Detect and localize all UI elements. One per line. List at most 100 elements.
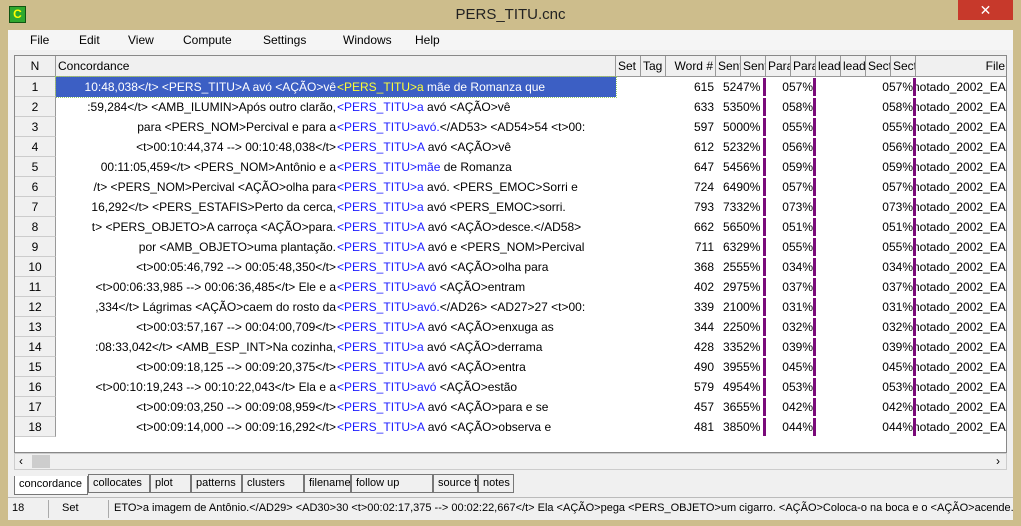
column-header-set[interactable]: Set xyxy=(616,56,641,77)
column-header-sect[interactable]: Sect xyxy=(891,56,916,77)
concordance-line[interactable]: 10:48,038</t> <PERS_TITU>A avó <AÇÃO>vê … xyxy=(55,76,617,98)
concordance-line[interactable]: :08:33,042</t> <AMB_ESP_INT>Na cozinha, … xyxy=(56,337,616,357)
menu-windows[interactable]: Windows xyxy=(343,33,392,47)
table-row[interactable]: 17 <t>00:09:03,250 --> 00:09:08,959</t> <… xyxy=(15,397,1006,417)
left-context: <t>00:09:18,125 --> 00:09:20,375</t> xyxy=(136,360,336,374)
row-number[interactable]: 4 xyxy=(15,137,56,157)
tab-notes[interactable]: notes xyxy=(478,474,514,493)
column-header-word[interactable]: Word # xyxy=(666,56,716,77)
sentence-position: 3655% xyxy=(723,400,761,414)
row-number[interactable]: 17 xyxy=(15,397,56,417)
table-row[interactable]: 6/t> <PERS_NOM>Percival <AÇÃO>olha para … xyxy=(15,177,1006,197)
tab-filenames[interactable]: filenames xyxy=(304,474,356,493)
table-row[interactable]: 11 <t>00:06:33,985 --> 00:06:36,485</t> E… xyxy=(15,277,1006,297)
concordance-line[interactable]: <t>00:10:44,374 --> 00:10:48,038</t> <PE… xyxy=(56,137,616,157)
tab-clusters[interactable]: clusters xyxy=(242,474,304,493)
table-row[interactable]: 9 por <AMB_OBJETO>uma plantação. <PERS_TI… xyxy=(15,237,1006,257)
row-number[interactable]: 10 xyxy=(15,257,56,277)
tab-follow-up[interactable]: follow up xyxy=(351,474,433,493)
table-row[interactable]: 4 <t>00:10:44,374 --> 00:10:48,038</t> <P… xyxy=(15,137,1006,157)
file-name: notado_2002_EA xyxy=(916,80,1006,94)
row-number[interactable]: 12 xyxy=(15,297,56,317)
scroll-thumb[interactable] xyxy=(32,455,50,468)
row-number[interactable]: 8 xyxy=(15,217,56,237)
paragraph-position: 039% xyxy=(782,340,813,354)
concordance-line[interactable]: t> <PERS_OBJETO>A carroça <AÇÃO>para. <P… xyxy=(56,217,616,237)
column-header-sent[interactable]: Sent xyxy=(716,56,741,77)
table-row[interactable]: 13 <t>00:03:57,167 --> 00:04:00,709</t> <… xyxy=(15,317,1006,337)
table-row[interactable]: 2:59,284</t> <AMB_ILUMIN>Após outro clar… xyxy=(15,97,1006,117)
menu-view[interactable]: View xyxy=(128,33,154,47)
column-header-para[interactable]: Para xyxy=(766,56,791,77)
row-number[interactable]: 13 xyxy=(15,317,56,337)
row-number[interactable]: 15 xyxy=(15,357,56,377)
column-header-head[interactable]: lead xyxy=(841,56,866,77)
row-number[interactable]: 11 xyxy=(15,277,56,297)
table-row[interactable]: 16 <t>00:10:19,243 --> 00:10:22,043</t> E… xyxy=(15,377,1006,397)
table-row[interactable]: 1 10:48,038</t> <PERS_TITU>A avó <AÇÃO>vê… xyxy=(15,76,1006,98)
table-row[interactable]: 3 para <PERS_NOM>Percival e para a <PERS_… xyxy=(15,117,1006,137)
concordance-line[interactable]: para <PERS_NOM>Percival e para a <PERS_T… xyxy=(56,117,616,137)
node-and-right-context: <PERS_TITU>avó.</AD26> <AD27>27 <t>00: xyxy=(337,297,585,317)
column-header-head[interactable]: lead xyxy=(816,56,841,77)
column-header-file[interactable]: File xyxy=(916,56,1006,77)
column-header-sect[interactable]: Sect xyxy=(866,56,891,77)
paragraph-plot-mark xyxy=(813,118,816,136)
table-row[interactable]: 15 <t>00:09:18,125 --> 00:09:20,375</t> <… xyxy=(15,357,1006,377)
concordance-line[interactable]: :59,284</t> <AMB_ILUMIN>Após outro clarã… xyxy=(56,97,616,117)
table-row[interactable]: 5 00:11:05,459</t> <PERS_NOM>Antônio e a … xyxy=(15,157,1006,177)
row-number[interactable]: 1 xyxy=(15,77,56,97)
file-name: notado_2002_EA xyxy=(916,180,1006,194)
table-row[interactable]: 8 t> <PERS_OBJETO>A carroça <AÇÃO>para. <… xyxy=(15,217,1006,237)
row-number[interactable]: 6 xyxy=(15,177,56,197)
horizontal-scrollbar[interactable]: ‹ › xyxy=(14,453,1007,470)
scroll-right-icon[interactable]: › xyxy=(996,454,1000,468)
concordance-line[interactable]: <t>00:06:33,985 --> 00:06:36,485</t> Ele… xyxy=(56,277,616,297)
row-number[interactable]: 5 xyxy=(15,157,56,177)
tab-source-text[interactable]: source text xyxy=(433,474,492,493)
row-number[interactable]: 2 xyxy=(15,97,56,117)
concordance-grid[interactable]: N Concordance Set Tag Word # Sent Sent Para Para… xyxy=(14,55,1007,453)
tab-plot[interactable]: plot xyxy=(150,474,191,493)
concordance-line[interactable]: <t>00:09:14,000 --> 00:09:16,292</t> <PE… xyxy=(56,417,616,437)
menu-help[interactable]: Help xyxy=(415,33,440,47)
tab-patterns[interactable]: patterns xyxy=(191,474,242,493)
scroll-left-icon[interactable]: ‹ xyxy=(19,454,23,468)
close-button[interactable]: ✕ xyxy=(958,0,1013,20)
column-header-sent[interactable]: Sent xyxy=(741,56,766,77)
column-header-concordance[interactable]: Concordance xyxy=(56,56,616,77)
right-context: avó e <PERS_NOM>Percival xyxy=(424,240,585,254)
menu-file[interactable]: File xyxy=(30,33,49,47)
row-number[interactable]: 7 xyxy=(15,197,56,217)
concordance-line[interactable]: <t>00:03:57,167 --> 00:04:00,709</t> <PE… xyxy=(56,317,616,337)
menu-settings[interactable]: Settings xyxy=(263,33,306,47)
concordance-line[interactable]: ,334</t> Lágrimas <AÇÃO>caem do rosto da… xyxy=(56,297,616,317)
table-row[interactable]: 14:08:33,042</t> <AMB_ESP_INT>Na cozinha… xyxy=(15,337,1006,357)
menu-edit[interactable]: Edit xyxy=(79,33,100,47)
concordance-line[interactable]: <t>00:05:46,792 --> 00:05:48,350</t> <PE… xyxy=(56,257,616,277)
row-number[interactable]: 16 xyxy=(15,377,56,397)
tab-concordance[interactable]: concordance xyxy=(14,476,88,495)
concordance-line[interactable]: 00:11:05,459</t> <PERS_NOM>Antônio e a <… xyxy=(56,157,616,177)
node-and-right-context: <PERS_TITU>A avó <AÇÃO>vê xyxy=(337,137,511,157)
row-number[interactable]: 18 xyxy=(15,417,56,437)
row-number[interactable]: 14 xyxy=(15,337,56,357)
concordance-line[interactable]: por <AMB_OBJETO>uma plantação. <PERS_TIT… xyxy=(56,237,616,257)
tab-collocates[interactable]: collocates xyxy=(88,474,150,493)
concordance-line[interactable]: <t>00:09:03,250 --> 00:09:08,959</t> <PE… xyxy=(56,397,616,417)
row-number[interactable]: 3 xyxy=(15,117,56,137)
column-header-tag[interactable]: Tag xyxy=(641,56,666,77)
concordance-line[interactable]: /t> <PERS_NOM>Percival <AÇÃO>olha para <… xyxy=(56,177,616,197)
sentence-position: 2555% xyxy=(723,260,761,274)
concordance-line[interactable]: 16,292</t> <PERS_ESTAFIS>Perto da cerca,… xyxy=(56,197,616,217)
column-header-para[interactable]: Para xyxy=(791,56,816,77)
concordance-line[interactable]: <t>00:10:19,243 --> 00:10:22,043</t> Ela… xyxy=(56,377,616,397)
column-header-n[interactable]: N xyxy=(15,56,56,77)
table-row[interactable]: 12,334</t> Lágrimas <AÇÃO>caem do rosto … xyxy=(15,297,1006,317)
table-row[interactable]: 18 <t>00:09:14,000 --> 00:09:16,292</t> <… xyxy=(15,417,1006,437)
concordance-line[interactable]: <t>00:09:18,125 --> 00:09:20,375</t> <PE… xyxy=(56,357,616,377)
menu-compute[interactable]: Compute xyxy=(183,33,232,47)
table-row[interactable]: 7 16,292</t> <PERS_ESTAFIS>Perto da cerca… xyxy=(15,197,1006,217)
table-row[interactable]: 10 <t>00:05:46,792 --> 00:05:48,350</t> <… xyxy=(15,257,1006,277)
row-number[interactable]: 9 xyxy=(15,237,56,257)
